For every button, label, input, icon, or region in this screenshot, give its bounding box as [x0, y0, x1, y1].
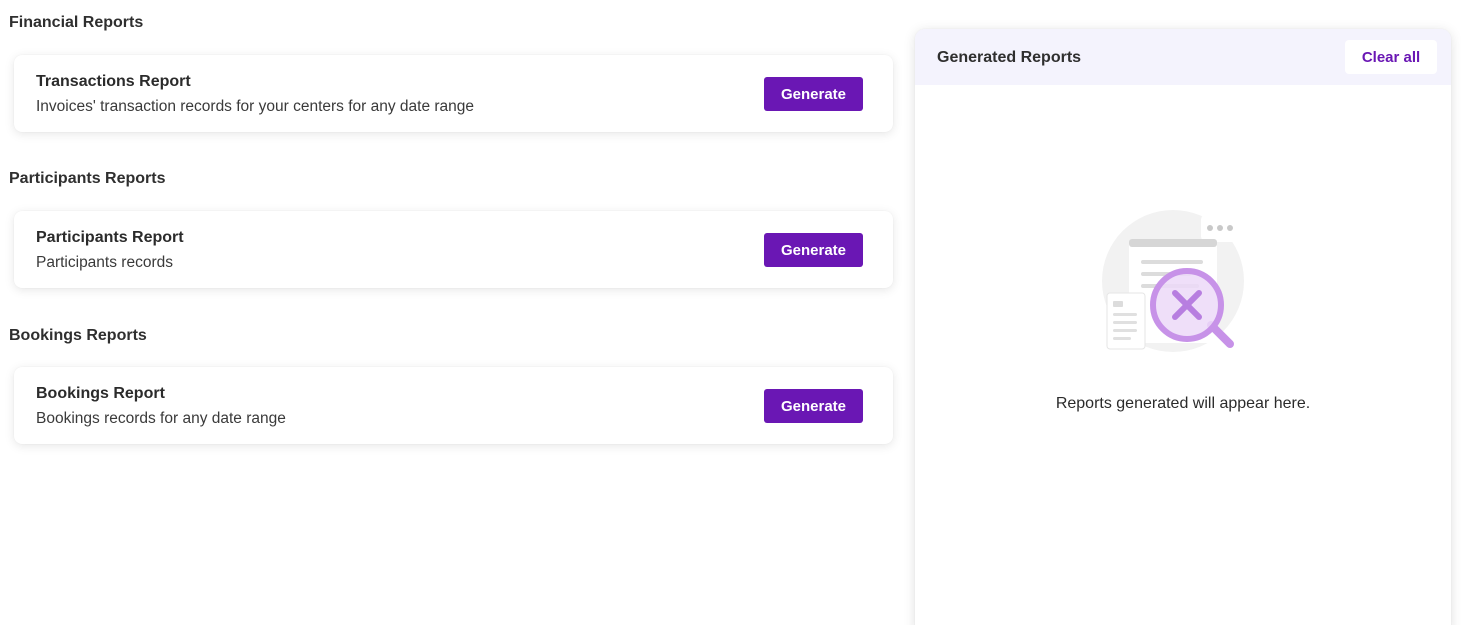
report-description: Invoices' transaction records for your c… [36, 98, 475, 115]
report-description: Participants records [36, 254, 173, 271]
generate-bookings-button[interactable]: Generate [764, 389, 863, 423]
report-card-transactions: Transactions Report Invoices' transactio… [14, 55, 893, 132]
generated-reports-panel: Generated Reports Clear all Reports gene… [915, 29, 1451, 625]
report-description: Bookings records for any date range [36, 410, 286, 427]
section-title-participants: Participants Reports [9, 170, 166, 187]
panel-header: Generated Reports Clear all [915, 29, 1451, 85]
section-title-financial: Financial Reports [9, 14, 144, 31]
generate-transactions-button[interactable]: Generate [764, 77, 863, 111]
panel-title: Generated Reports [937, 49, 1082, 66]
report-card-bookings: Bookings Report Bookings records for any… [14, 367, 893, 444]
reports-page: Financial Reports Transactions Report In… [0, 0, 1461, 625]
clear-all-button[interactable]: Clear all [1345, 40, 1437, 74]
report-card-participants: Participants Report Participants records… [14, 211, 893, 288]
generate-participants-button[interactable]: Generate [764, 233, 863, 267]
no-results-search-icon [1095, 205, 1255, 355]
section-title-bookings: Bookings Reports [9, 327, 147, 344]
empty-state-message: Reports generated will appear here. [1055, 395, 1311, 412]
report-name: Participants Report [36, 229, 184, 246]
report-name: Transactions Report [36, 73, 191, 90]
report-name: Bookings Report [36, 385, 165, 402]
